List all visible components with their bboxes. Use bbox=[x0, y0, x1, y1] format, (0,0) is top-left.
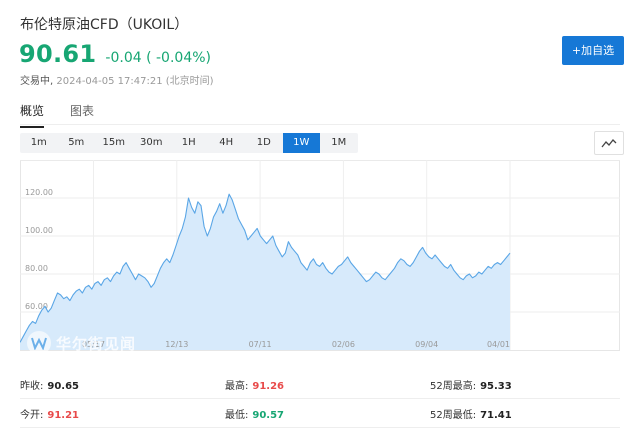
stat-52w-high: 52周最高: 95.33 bbox=[430, 377, 512, 392]
stat-label: 昨收: bbox=[20, 381, 44, 392]
line-chart-icon bbox=[601, 139, 617, 148]
watermark-text: 华尔街见闻 bbox=[56, 334, 137, 353]
chart-type-button[interactable] bbox=[594, 131, 624, 155]
watermark: 华尔街见闻 bbox=[27, 331, 136, 355]
x-tick-label: 04/01 bbox=[487, 340, 510, 349]
stat-label: 最高: bbox=[225, 381, 249, 392]
stat-value: 90.65 bbox=[47, 381, 80, 392]
x-tick-label: 07/11 bbox=[249, 340, 272, 349]
stat-value: 95.33 bbox=[480, 381, 512, 392]
stat-label: 52周最高: bbox=[430, 381, 477, 392]
y-tick-label: 100.00 bbox=[25, 226, 53, 235]
y-tick-label: 80.00 bbox=[25, 264, 48, 273]
period-1mo[interactable]: 1M bbox=[320, 133, 358, 153]
x-tick-label: 09/04 bbox=[415, 340, 438, 349]
stat-prev-close: 昨收: 90.65 bbox=[20, 377, 79, 392]
price-change: -0.04 ( -0.04%) bbox=[105, 50, 211, 66]
trading-status-label: 交易中, bbox=[20, 76, 54, 87]
stats-row: 今开: 91.21 最低: 90.57 52周最低: 71.41 bbox=[20, 399, 620, 428]
instrument-title: 布伦特原油CFD（UKOIL） bbox=[20, 17, 189, 33]
stat-label: 今开: bbox=[20, 410, 44, 421]
period-1m[interactable]: 1m bbox=[20, 133, 58, 153]
stat-value: 90.57 bbox=[252, 410, 285, 421]
stat-high: 最高: 91.26 bbox=[225, 377, 284, 392]
x-tick-label: 12/13 bbox=[165, 340, 188, 349]
period-1d[interactable]: 1D bbox=[245, 133, 283, 153]
period-30m[interactable]: 30m bbox=[133, 133, 171, 153]
x-tick-label: 02/06 bbox=[332, 340, 355, 349]
stat-value: 91.21 bbox=[47, 410, 80, 421]
last-price: 90.61 bbox=[19, 40, 97, 68]
add-to-watchlist-button[interactable]: +加自选 bbox=[562, 36, 624, 65]
period-5m[interactable]: 5m bbox=[58, 133, 96, 153]
trading-status: 交易中, 2024-04-05 17:47:21 (北京时间) bbox=[20, 72, 214, 87]
wallstreetcn-logo-icon bbox=[27, 331, 51, 355]
stat-low: 最低: 90.57 bbox=[225, 406, 284, 421]
stats-row: 昨收: 90.65 最高: 91.26 52周最高: 95.33 bbox=[20, 370, 620, 399]
period-selector: 1m 5m 15m 30m 1H 4H 1D 1W 1M bbox=[20, 133, 358, 153]
tab-divider bbox=[20, 124, 620, 125]
period-4h[interactable]: 4H bbox=[208, 133, 246, 153]
period-1w[interactable]: 1W bbox=[282, 133, 320, 153]
stat-label: 52周最低: bbox=[430, 410, 477, 421]
stats-table: 昨收: 90.65 最高: 91.26 52周最高: 95.33 今开: 91.21 最… bbox=[20, 370, 620, 428]
period-1h[interactable]: 1H bbox=[170, 133, 208, 153]
period-15m[interactable]: 15m bbox=[95, 133, 133, 153]
y-tick-label: 120.00 bbox=[25, 188, 53, 197]
price-row: 90.61 -0.04 ( -0.04%) bbox=[19, 40, 211, 68]
stat-52w-low: 52周最低: 71.41 bbox=[430, 406, 512, 421]
stat-value: 91.26 bbox=[252, 381, 285, 392]
quote-datetime: 2024-04-05 17:47:21 (北京时间) bbox=[56, 76, 214, 87]
stat-open: 今开: 91.21 bbox=[20, 406, 79, 421]
stat-value: 71.41 bbox=[480, 410, 512, 421]
stat-label: 最低: bbox=[225, 410, 249, 421]
